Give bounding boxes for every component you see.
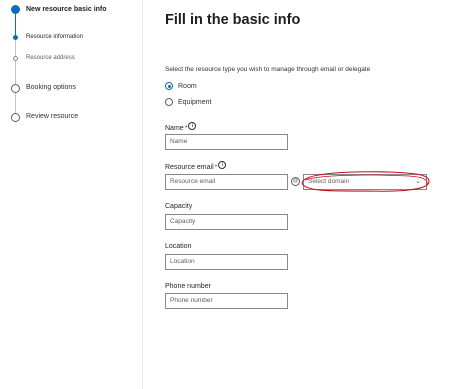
step-indicator — [11, 113, 20, 122]
radio-button-checked[interactable] — [165, 82, 173, 90]
location-input[interactable]: Location — [165, 254, 288, 270]
radio-equipment-label: Equipment — [178, 98, 212, 106]
substep-resource-information[interactable]: Resource information — [26, 34, 83, 40]
step-review-resource[interactable]: Review resource — [26, 113, 78, 120]
required-mark: * — [214, 164, 218, 171]
required-mark: * — [184, 125, 188, 132]
step-indicator — [11, 84, 20, 93]
step-new-resource-basic-info[interactable]: New resource basic info — [26, 6, 107, 13]
chevron-down-icon: ⌄ — [415, 178, 421, 185]
step-indicator-current — [11, 5, 20, 14]
info-icon[interactable]: i — [188, 122, 197, 130]
domain-select[interactable]: Select domain ⌄ — [303, 174, 427, 190]
info-icon[interactable]: i — [218, 161, 227, 169]
resource-email-field-label: Resource email* i — [165, 161, 227, 171]
name-label-text: Name — [165, 125, 184, 132]
resource-type-prompt: Select the resource type you wish to man… — [165, 66, 371, 73]
at-sign-icon: @ — [291, 177, 300, 186]
step-booking-options[interactable]: Booking options — [26, 84, 76, 91]
pane-divider — [142, 0, 143, 389]
wizard-steps-pane: New resource basic info Resource informa… — [0, 0, 142, 389]
page-title: Fill in the basic info — [165, 12, 301, 28]
location-field-label: Location — [165, 243, 192, 250]
substep-indicator-current — [13, 35, 18, 40]
radio-room-label: Room — [178, 82, 197, 90]
capacity-field-label: Capacity — [165, 203, 193, 210]
name-input[interactable]: Name — [165, 134, 288, 150]
step-connector — [15, 40, 16, 88]
phone-number-input[interactable]: Phone number — [165, 293, 288, 309]
domain-select-value: Select domain — [308, 178, 350, 185]
resource-email-label-text: Resource email — [165, 164, 214, 171]
radio-room[interactable]: Room — [165, 82, 197, 90]
capacity-input[interactable]: Capacity — [165, 214, 288, 230]
substep-indicator — [13, 56, 18, 61]
substep-resource-address[interactable]: Resource address — [26, 55, 75, 61]
name-field-label: Name* i — [165, 122, 197, 132]
radio-equipment[interactable]: Equipment — [165, 98, 211, 106]
resource-email-input[interactable]: Resource email — [165, 174, 288, 190]
phone-number-field-label: Phone number — [165, 283, 211, 290]
radio-button[interactable] — [165, 98, 173, 106]
